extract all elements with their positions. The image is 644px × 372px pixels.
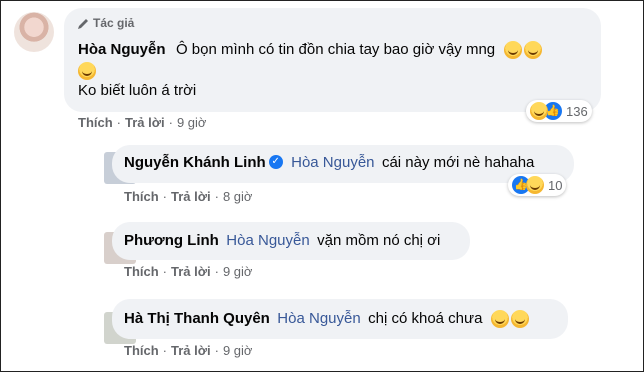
mention-link[interactable]: Hòa Nguyễn [291, 154, 374, 171]
reaction-count: 136 [566, 103, 588, 119]
comment-author[interactable]: Nguyễn Khánh Linh [124, 154, 266, 171]
like-link[interactable]: Thích [124, 264, 159, 279]
haha-reaction-icon [526, 176, 544, 194]
reply-link[interactable]: Trả lời [171, 343, 211, 358]
timestamp[interactable]: 9 giờ [223, 264, 253, 279]
timestamp[interactable]: 9 giờ [177, 115, 207, 130]
verified-badge-icon: ✓ [268, 154, 283, 169]
laughing-emoji-icon [490, 310, 509, 328]
comment-text: cái này mới nè hahaha [381, 154, 535, 171]
reaction-count: 10 [548, 177, 563, 193]
like-link[interactable]: Thích [124, 343, 159, 358]
reply-link[interactable]: Trả lời [171, 189, 211, 204]
like-link[interactable]: Thích [78, 115, 113, 130]
comment-text: vặn mồm nó chị ơi [317, 232, 441, 249]
comment-text-line2: Ko biết luôn á trời [78, 82, 197, 99]
avatar[interactable] [14, 12, 54, 52]
mention-link[interactable]: Hòa Nguyễn [277, 310, 360, 327]
reaction-summary[interactable]: 👍 10 [508, 174, 567, 196]
comment-author[interactable]: Phương Linh [124, 232, 219, 249]
laughing-emoji-icon [510, 310, 529, 328]
timestamp[interactable]: 9 giờ [223, 343, 253, 358]
laughing-emoji-icon [523, 41, 542, 59]
comment-text: Ô bọn mình có tin đồn chia tay bao giờ v… [175, 41, 496, 59]
laughing-emoji-icon [78, 62, 96, 80]
haha-reaction-icon [530, 102, 548, 120]
comment-text: chị có khoá chưa [368, 310, 483, 328]
reply-link[interactable]: Trả lời [171, 264, 211, 279]
pencil-icon [78, 19, 88, 29]
mention-link[interactable]: Hòa Nguyễn [226, 232, 309, 249]
laughing-emoji-icon [503, 41, 522, 59]
timestamp[interactable]: 8 giờ [223, 189, 253, 204]
comment-author[interactable]: Hòa Nguyễn [78, 41, 166, 58]
author-badge: Tác giả [93, 16, 135, 30]
like-link[interactable]: Thích [124, 189, 159, 204]
comment-author[interactable]: Hà Thị Thanh Quyên [124, 310, 270, 327]
reaction-summary[interactable]: 👍 136 [526, 100, 592, 122]
reply-link[interactable]: Trả lời [125, 115, 165, 130]
